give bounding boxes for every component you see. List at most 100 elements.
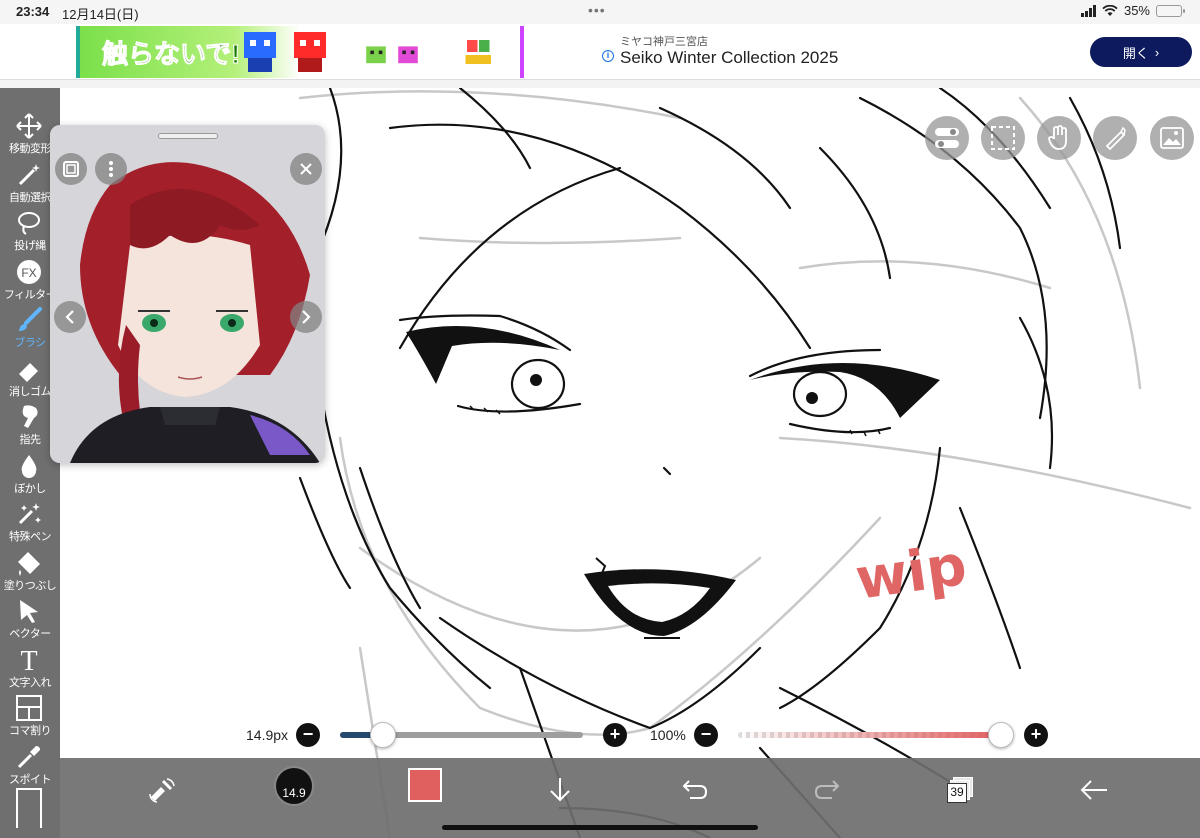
tool-label: 特殊ペン xyxy=(9,531,52,543)
reference-prev-button[interactable] xyxy=(54,301,86,333)
status-date: 12月14日(日) xyxy=(62,7,139,22)
eraser-icon xyxy=(14,355,44,383)
text-icon: T xyxy=(14,646,44,674)
reference-next-button[interactable] xyxy=(290,301,322,333)
download-button[interactable] xyxy=(538,768,582,812)
arrow-down-icon xyxy=(550,778,570,802)
reference-menu-button[interactable] xyxy=(95,153,127,185)
ruler-button[interactable] xyxy=(1093,116,1137,160)
tool-eyedropper[interactable]: スポイト xyxy=(0,741,60,789)
tool-panel[interactable]: コマ割り xyxy=(0,692,60,740)
color-swatch-button[interactable] xyxy=(408,768,442,802)
image-icon xyxy=(1160,127,1184,149)
reference-image xyxy=(50,125,325,463)
fx-icon: FX xyxy=(14,258,44,286)
panel-icon xyxy=(14,694,44,722)
ad-open-button[interactable]: 開く › xyxy=(1090,37,1192,67)
brush-size-slider-knob[interactable] xyxy=(369,722,396,748)
chevron-left-icon xyxy=(65,310,74,324)
finger-icon xyxy=(14,403,44,431)
svg-text:FX: FX xyxy=(21,266,36,280)
magic-wand-icon xyxy=(14,161,44,189)
status-bar: 23:34 12月14日(日) ••• 35% xyxy=(0,0,1200,24)
pixel-character-icon xyxy=(366,46,386,64)
status-indicators: 35% xyxy=(1080,3,1185,18)
ad-info-icon[interactable]: i xyxy=(602,50,614,62)
wifi-icon xyxy=(1102,4,1118,16)
selection-button[interactable] xyxy=(981,116,1025,160)
chevron-right-icon: › xyxy=(1154,44,1160,60)
tool-text[interactable]: T 文字入れ xyxy=(0,644,60,692)
pixel-character-icon xyxy=(398,46,418,64)
tool-label: コマ割り xyxy=(9,725,52,737)
reference-close-button[interactable] xyxy=(290,153,322,185)
square-frame-icon xyxy=(63,161,79,177)
opacity-label: 100% xyxy=(650,727,686,743)
layer-count: 39 xyxy=(947,783,967,803)
layers-icon: 39 xyxy=(947,777,973,803)
fit-to-window-button[interactable] xyxy=(55,153,87,185)
tool-fill-bucket[interactable]: 塗りつぶし xyxy=(0,547,60,595)
redo-button[interactable] xyxy=(806,768,850,812)
multitask-dots[interactable]: ••• xyxy=(588,2,606,18)
tool-label: ベクター xyxy=(9,628,51,640)
undo-button[interactable] xyxy=(672,768,716,812)
opacity-decrease-button[interactable]: − xyxy=(694,723,718,747)
battery-icon xyxy=(1156,4,1185,17)
toggle-settings-button[interactable] xyxy=(925,116,969,160)
eyedropper-icon xyxy=(14,743,44,771)
fill-bucket-icon xyxy=(14,549,44,577)
reference-window[interactable] xyxy=(50,125,325,463)
hand-tool-button[interactable] xyxy=(1037,116,1081,160)
dashed-selection-icon xyxy=(991,126,1015,150)
undo-icon xyxy=(682,780,708,799)
move-icon xyxy=(14,112,44,140)
brush-size-label: 14.9px xyxy=(246,727,289,743)
ad-store-name: ミヤコ神戸三宮店 xyxy=(620,36,708,48)
ad-headline: Seiko Winter Collection 2025 xyxy=(620,48,839,67)
layers-button[interactable]: 39 xyxy=(938,768,982,812)
reference-drag-handle[interactable] xyxy=(158,133,218,139)
tool-label: スポイト xyxy=(9,773,52,786)
brush-size-decrease-button[interactable]: − xyxy=(296,723,320,747)
signal-icon xyxy=(1080,4,1096,17)
tool-more-icon[interactable] xyxy=(16,788,42,828)
battery-percent: 35% xyxy=(1123,3,1150,18)
hand-icon xyxy=(1048,125,1067,150)
brush-icon xyxy=(14,306,44,334)
pen-eraser-swap-icon xyxy=(149,778,175,803)
swap-tools-button[interactable] xyxy=(140,768,184,812)
vector-arrow-icon xyxy=(14,597,44,625)
tool-label: 塗りつぶし xyxy=(3,579,57,592)
toggle-switch-icon xyxy=(935,128,959,148)
ad-image[interactable]: 触らないで! xyxy=(76,26,524,78)
brush-size-preview-button[interactable]: 14.9 xyxy=(274,766,314,806)
sparkle-pen-icon xyxy=(14,500,44,528)
tool-sparkle-pen[interactable]: 特殊ペン xyxy=(0,498,60,546)
more-vertical-icon xyxy=(109,161,113,177)
arrow-left-icon xyxy=(1080,780,1107,800)
home-indicator[interactable] xyxy=(442,825,758,830)
status-time: 23:34 xyxy=(16,4,50,19)
pixel-character-icon xyxy=(465,40,491,64)
tool-label: ぼかし xyxy=(14,482,46,495)
brush-size-increase-button[interactable]: + xyxy=(603,723,627,747)
ad-image-text: 触らないで! xyxy=(102,39,241,70)
svg-text:T: T xyxy=(20,647,37,673)
opacity-slider-knob[interactable] xyxy=(988,722,1014,748)
close-icon xyxy=(300,163,312,175)
tool-vector-arrow[interactable]: ベクター xyxy=(0,595,60,643)
pixel-character-icon xyxy=(244,32,276,72)
opacity-slider[interactable] xyxy=(738,732,1001,738)
tool-label: 文字入れ xyxy=(9,676,52,689)
pixel-character-icon xyxy=(294,32,326,72)
redo-icon xyxy=(814,780,840,799)
back-button[interactable] xyxy=(1072,768,1116,812)
reference-image-button[interactable] xyxy=(1150,116,1194,160)
ad-banner[interactable]: 触らないで! i ミヤコ神戸三宮店 Seiko Winter Collectio… xyxy=(0,24,1200,80)
opacity-increase-button[interactable]: + xyxy=(1024,723,1048,747)
lasso-icon xyxy=(14,209,44,237)
ad-open-label: 開く xyxy=(1122,45,1149,61)
brush-size-preview-value: 14.9 xyxy=(282,786,306,800)
chevron-right-icon xyxy=(302,310,311,324)
